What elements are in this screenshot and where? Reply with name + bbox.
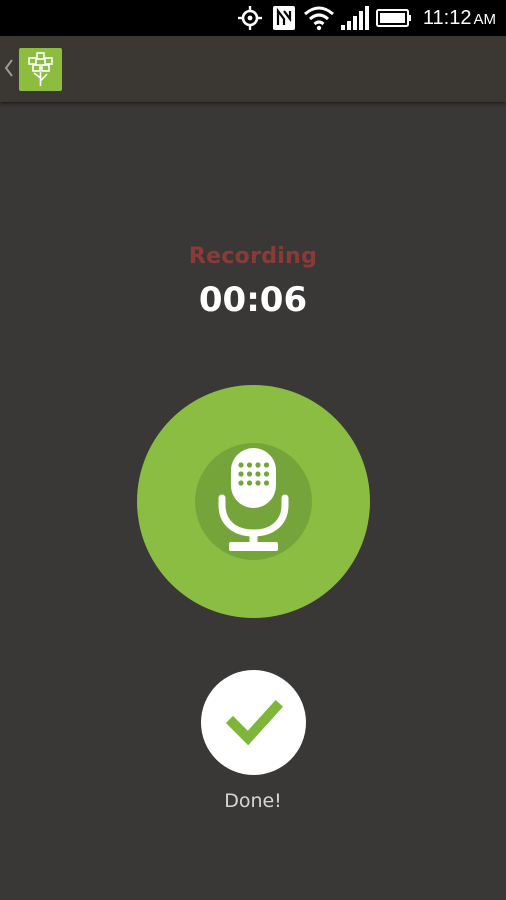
done-label: Done! — [224, 790, 282, 812]
status-bar: 11:12 AM — [0, 0, 506, 36]
battery-icon — [376, 9, 411, 27]
mic-circle — [195, 443, 312, 560]
done-button[interactable] — [201, 670, 306, 775]
signal-icon — [341, 6, 369, 30]
nfc-icon — [273, 6, 295, 30]
status-time: 11:12 AM — [423, 4, 496, 32]
clock-time: 11:12 — [422, 7, 472, 29]
checkmark-icon — [225, 699, 284, 746]
recording-status-label: Recording — [188, 244, 318, 269]
record-button[interactable] — [137, 385, 370, 618]
gps-icon — [238, 6, 262, 30]
recording-timer: 00:06 — [198, 280, 308, 320]
chevron-left-icon[interactable] — [4, 58, 14, 78]
app-logo-button[interactable] — [19, 48, 62, 91]
wifi-icon — [304, 6, 334, 31]
action-bar — [0, 36, 506, 102]
tree-logo-icon — [28, 52, 53, 86]
microphone-icon — [218, 448, 289, 551]
clock-ampm: AM — [473, 11, 497, 28]
